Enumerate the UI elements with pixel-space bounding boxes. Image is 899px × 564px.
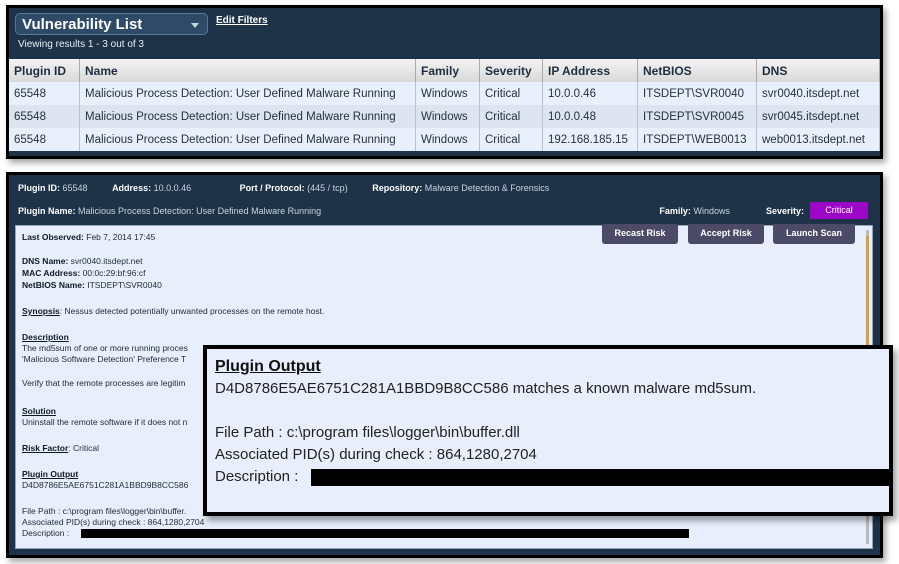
accept-risk-button[interactable]: Accept Risk bbox=[688, 224, 764, 244]
repository-label: Repository: bbox=[372, 183, 423, 193]
callout-title: Plugin Output bbox=[215, 358, 321, 375]
port-label: Port / Protocol: bbox=[239, 183, 305, 193]
cell-plugin-id: 65548 bbox=[9, 105, 80, 128]
pids-text: Associated PID(s) during check : 864,128… bbox=[22, 517, 205, 527]
file-path-text: File Path : c:\program files\logger\bin\… bbox=[22, 506, 187, 516]
table-row[interactable]: 65548 Malicious Process Detection: User … bbox=[9, 128, 880, 151]
table-row[interactable]: 65548 Malicious Process Detection: User … bbox=[9, 105, 880, 128]
cell-ip-address: 192.168.185.15 bbox=[542, 128, 638, 151]
cell-family: Windows bbox=[415, 105, 480, 128]
cell-plugin-id: 65548 bbox=[9, 128, 80, 151]
cell-family: Windows bbox=[415, 82, 480, 105]
cell-plugin-id: 65548 bbox=[9, 82, 80, 105]
cell-dns: svr0040.itsdept.net bbox=[756, 82, 880, 105]
cell-family: Windows bbox=[415, 128, 480, 151]
cell-netbios: ITSDEPT\SVR0045 bbox=[637, 105, 757, 128]
redacted-bar bbox=[81, 529, 689, 538]
cell-name: Malicious Process Detection: User Define… bbox=[79, 105, 416, 128]
callout-redacted-bar bbox=[311, 469, 889, 486]
plugin-id-label: Plugin ID: bbox=[18, 183, 60, 193]
netbios-name-label: NetBIOS Name: bbox=[22, 280, 85, 290]
table-header-row: Plugin ID Name Family Severity IP Addres… bbox=[9, 59, 880, 82]
severity-label: Severity: bbox=[765, 205, 804, 216]
description-text-1: The md5sum of one or more running proces bbox=[22, 343, 188, 353]
cell-netbios: ITSDEPT\WEB0013 bbox=[637, 128, 757, 151]
callout-pids: Associated PID(s) during check : 864,128… bbox=[215, 446, 537, 463]
detail-header-row: Plugin ID: 65548 Address: 10.0.0.46 Port… bbox=[18, 183, 571, 193]
cell-dns: svr0045.itsdept.net bbox=[756, 105, 880, 128]
family-label: Family: bbox=[659, 205, 691, 216]
last-observed-label: Last Observed: bbox=[22, 232, 84, 242]
severity-badge: Critical bbox=[810, 202, 868, 219]
dns-name-label: DNS Name: bbox=[22, 256, 69, 266]
cell-dns: web0013.itsdept.net bbox=[756, 128, 880, 151]
family-value: Windows bbox=[693, 205, 730, 216]
recast-risk-button[interactable]: Recast Risk bbox=[602, 224, 678, 244]
risk-factor-heading: Risk Factor bbox=[22, 443, 69, 453]
cell-severity: Critical bbox=[479, 105, 543, 128]
column-header-netbios[interactable]: NetBIOS bbox=[637, 59, 757, 82]
solution-text: Uninstall the remote software if it does… bbox=[22, 417, 188, 427]
cell-name: Malicious Process Detection: User Define… bbox=[79, 128, 416, 151]
plugin-output-heading: Plugin Output bbox=[22, 469, 79, 479]
repository-value: Malware Detection & Forensics bbox=[424, 183, 550, 193]
view-selector[interactable]: Vulnerability List bbox=[15, 13, 208, 35]
cell-severity: Critical bbox=[479, 128, 543, 151]
plugin-output-hash: D4D8786E5AE6751C281A1BBD9B8CC586 bbox=[22, 480, 189, 490]
column-header-ip-address[interactable]: IP Address bbox=[542, 59, 638, 82]
cell-netbios: ITSDEPT\SVR0040 bbox=[637, 82, 757, 105]
solution-heading: Solution bbox=[22, 406, 56, 416]
plugin-name-label: Plugin Name: bbox=[18, 206, 76, 216]
callout-description: Description : bbox=[215, 468, 299, 485]
column-header-dns[interactable]: DNS bbox=[756, 59, 880, 82]
description-line: Description : bbox=[22, 528, 70, 538]
cell-ip-address: 10.0.0.48 bbox=[542, 105, 638, 128]
cell-severity: Critical bbox=[479, 82, 543, 105]
column-header-family[interactable]: Family bbox=[415, 59, 480, 82]
launch-scan-button[interactable]: Launch Scan bbox=[773, 224, 855, 244]
synopsis-text: : Nessus detected potentially unwanted p… bbox=[59, 306, 325, 316]
plugin-name-row: Plugin Name: Malicious Process Detection… bbox=[18, 206, 321, 216]
description-text-3: Verify that the remote processes are leg… bbox=[22, 378, 186, 388]
column-header-name[interactable]: Name bbox=[79, 59, 416, 82]
results-count: Viewing results 1 - 3 out of 3 bbox=[18, 39, 144, 50]
callout-file-path: File Path : c:\program files\logger\bin\… bbox=[215, 424, 520, 441]
cell-name: Malicious Process Detection: User Define… bbox=[79, 82, 416, 105]
table-row[interactable]: 65548 Malicious Process Detection: User … bbox=[9, 82, 880, 105]
synopsis-heading: Synopsis bbox=[22, 306, 60, 316]
plugin-id-value: 65548 bbox=[62, 183, 88, 193]
family-severity-row: Family: Windows Severity: Critical bbox=[659, 202, 868, 219]
dns-name-value: svr0040.itsdept.net bbox=[70, 256, 143, 266]
column-header-severity[interactable]: Severity bbox=[479, 59, 543, 82]
edit-filters-link[interactable]: Edit Filters bbox=[216, 15, 268, 26]
chevron-down-icon bbox=[191, 23, 199, 28]
address-label: Address: bbox=[112, 183, 152, 193]
vulnerability-table: Plugin ID Name Family Severity IP Addres… bbox=[9, 59, 880, 151]
view-selector-label: Vulnerability List bbox=[22, 16, 143, 33]
description-text-2: 'Malicious Software Detection' Preferenc… bbox=[22, 354, 187, 364]
mac-address-label: MAC Address: bbox=[22, 268, 81, 278]
plugin-name-value: Malicious Process Detection: User Define… bbox=[78, 206, 322, 216]
cell-ip-address: 10.0.0.46 bbox=[542, 82, 638, 105]
column-header-plugin-id[interactable]: Plugin ID bbox=[9, 59, 80, 82]
netbios-name-value: ITSDEPT\SVR0040 bbox=[87, 280, 162, 290]
vulnerability-list-panel: Vulnerability List Edit Filters Viewing … bbox=[6, 5, 883, 159]
address-value: 10.0.0.46 bbox=[153, 183, 192, 193]
port-value: (445 / tcp) bbox=[307, 183, 348, 193]
description-heading: Description bbox=[22, 332, 69, 342]
plugin-output-callout: Plugin Output D4D8786E5AE6751C281A1BBD9B… bbox=[203, 345, 893, 516]
risk-factor-value: : Critical bbox=[68, 443, 99, 453]
last-observed-value: Feb 7, 2014 17:45 bbox=[86, 232, 156, 242]
callout-hash-line: D4D8786E5AE6751C281A1BBD9B8CC586 matches… bbox=[215, 380, 757, 397]
mac-address-value: 00:0c:29:bf:96:cf bbox=[82, 268, 146, 278]
scrollbar-thumb[interactable] bbox=[866, 236, 869, 348]
